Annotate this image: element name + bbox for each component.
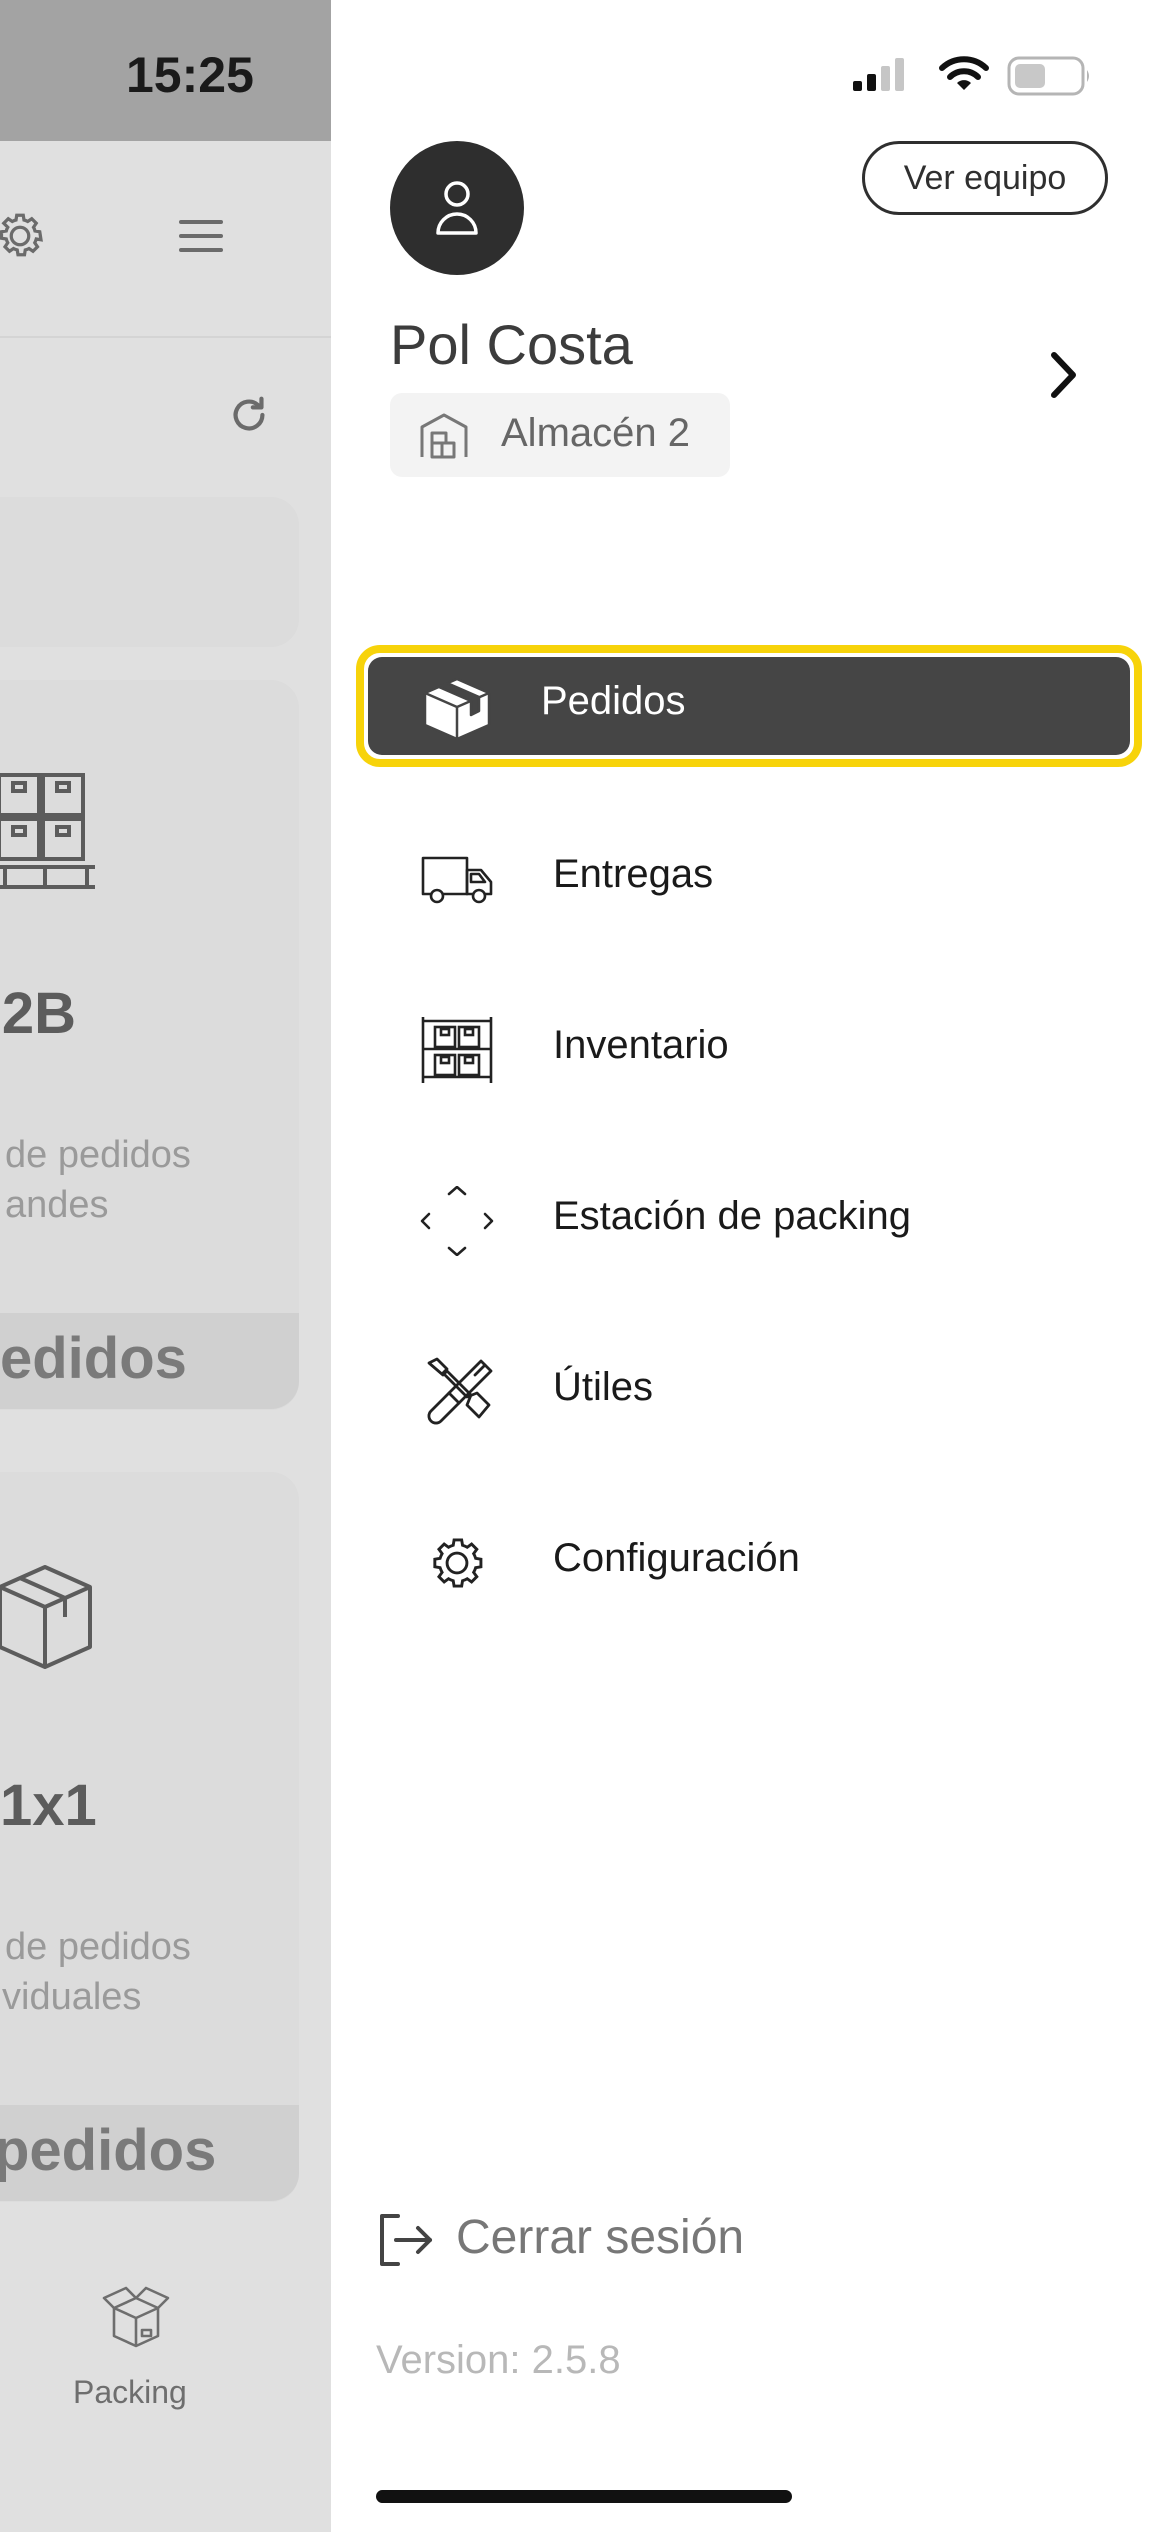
packing-tab-label[interactable]: Packing — [73, 2374, 187, 2411]
refresh-icon[interactable] — [226, 392, 272, 438]
header-divider — [0, 336, 331, 338]
hamburger-menu-icon[interactable] — [176, 216, 226, 256]
menu-item-entregas[interactable]: Entregas — [369, 822, 1139, 932]
tools-icon — [427, 1357, 493, 1425]
settings-gear-icon[interactable] — [0, 206, 50, 266]
1x1-title: 1x1 — [0, 1773, 97, 1838]
user-name[interactable]: Pol Costa — [390, 312, 633, 377]
warehouse-icon — [420, 413, 468, 459]
menu-label-pedidos: Pedidos — [541, 679, 686, 723]
box-icon — [0, 1565, 92, 1669]
b2b-orders-button[interactable]: edidos — [0, 1313, 299, 1409]
menu-label-configuracion: Configuración — [553, 1536, 800, 1580]
menu-item-utiles[interactable]: Útiles — [369, 1335, 1139, 1445]
background-status-bar: 15:25 — [0, 0, 331, 141]
package-icon — [423, 677, 491, 741]
1x1-desc-1: de pedidos — [5, 1926, 191, 1968]
battery-icon — [1007, 56, 1089, 96]
wifi-icon — [939, 56, 989, 90]
packing-station-icon — [420, 1186, 494, 1256]
logout-label: Cerrar sesión — [456, 2211, 745, 2264]
shelves-icon — [421, 1017, 493, 1083]
1x1-desc-2: viduales — [2, 1976, 142, 2018]
user-avatar[interactable] — [390, 141, 524, 275]
cellular-signal-icon — [853, 58, 904, 91]
chevron-right-icon[interactable] — [1049, 350, 1079, 400]
warehouse-name: Almacén 2 — [501, 411, 690, 455]
pallet-boxes-icon — [0, 773, 95, 889]
menu-item-configuracion[interactable]: Configuración — [369, 1506, 1139, 1616]
b2b-desc-1: de pedidos — [5, 1134, 191, 1176]
b2b-title: B2B — [0, 981, 77, 1046]
home-indicator[interactable] — [376, 2490, 792, 2503]
gear-icon — [433, 1538, 483, 1588]
menu-label-inventario: Inventario — [553, 1023, 729, 1067]
menu-item-inventario[interactable]: Inventario — [369, 993, 1139, 1103]
1x1-orders-button[interactable]: pedidos — [0, 2105, 299, 2201]
truck-icon — [421, 856, 493, 904]
warehouse-selector[interactable]: Almacén 2 — [390, 393, 730, 477]
view-team-button[interactable]: Ver equipo — [862, 141, 1108, 215]
b2b-card[interactable]: B2B de pedidos andes edidos — [0, 680, 299, 1410]
menu-label-estacion-packing: Estación de packing — [553, 1194, 912, 1238]
navigation-drawer: Ver equipo Pol Costa Almacén 2 Pedidos E… — [331, 0, 1170, 2532]
background-app: 15:25 B2B de pedidos andes edidos — [0, 0, 331, 2532]
menu-label-entregas: Entregas — [553, 852, 714, 896]
menu-item-estacion-packing[interactable]: Estación de packing — [369, 1164, 1139, 1274]
packing-tab-icon[interactable] — [100, 2282, 172, 2354]
user-icon — [436, 181, 478, 235]
b2b-desc-2: andes — [5, 1184, 109, 1226]
menu-label-utiles: Útiles — [553, 1365, 654, 1409]
logout-icon — [380, 2214, 432, 2266]
search-area — [0, 497, 299, 647]
app-version: Version: 2.5.8 — [376, 2338, 621, 2382]
menu-item-pedidos[interactable]: Pedidos — [356, 645, 1142, 767]
status-time: 15:25 — [126, 47, 254, 103]
1x1-card[interactable]: 1x1 de pedidos viduales pedidos — [0, 1472, 299, 2202]
